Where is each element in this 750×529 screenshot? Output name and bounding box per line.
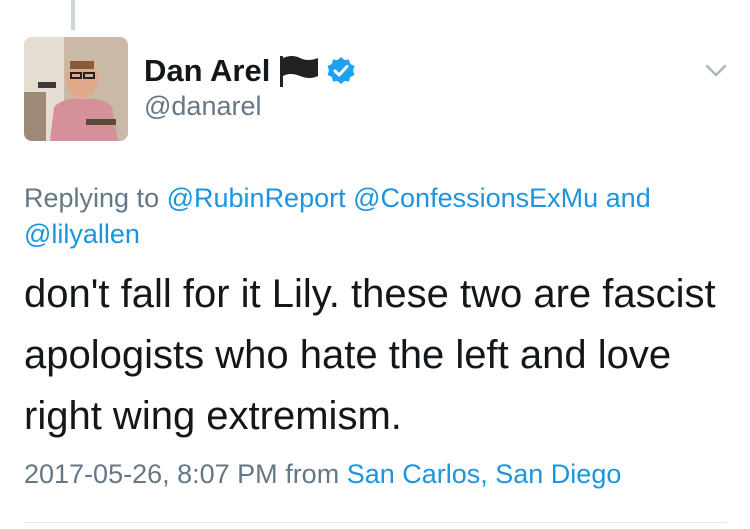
mention-link[interactable]: @ConfessionsExMu — [353, 183, 598, 213]
thread-connector-line — [71, 0, 75, 30]
replying-to-line: Replying to @RubinReport @ConfessionsExM… — [24, 180, 714, 252]
mention-link[interactable]: @RubinReport — [167, 183, 346, 213]
tweet-text: don't fall for it Lily. these two are fa… — [24, 272, 716, 438]
verified-badge-icon — [327, 57, 355, 84]
mention-joiner[interactable]: and — [606, 183, 651, 213]
divider — [24, 522, 726, 523]
tweet-meta: 2017-05-26, 8:07 PM from San Carlos, San… — [24, 459, 621, 490]
avatar[interactable] — [24, 37, 128, 141]
replying-to-label: Replying to — [24, 183, 160, 213]
author-handle[interactable]: @danarel — [144, 91, 261, 122]
tweet-location[interactable]: San Carlos, San Diego — [347, 459, 622, 489]
chevron-down-icon[interactable] — [704, 62, 728, 80]
avatar-photo — [24, 37, 128, 141]
black-flag-icon — [280, 56, 319, 87]
author-name-row[interactable]: Dan Arel — [144, 53, 356, 89]
from-label: from — [285, 459, 340, 489]
tweet-timestamp[interactable]: 2017-05-26, 8:07 PM — [24, 459, 278, 489]
mention-link[interactable]: @lilyallen — [24, 219, 140, 249]
author-display-name[interactable]: Dan Arel — [144, 53, 270, 89]
